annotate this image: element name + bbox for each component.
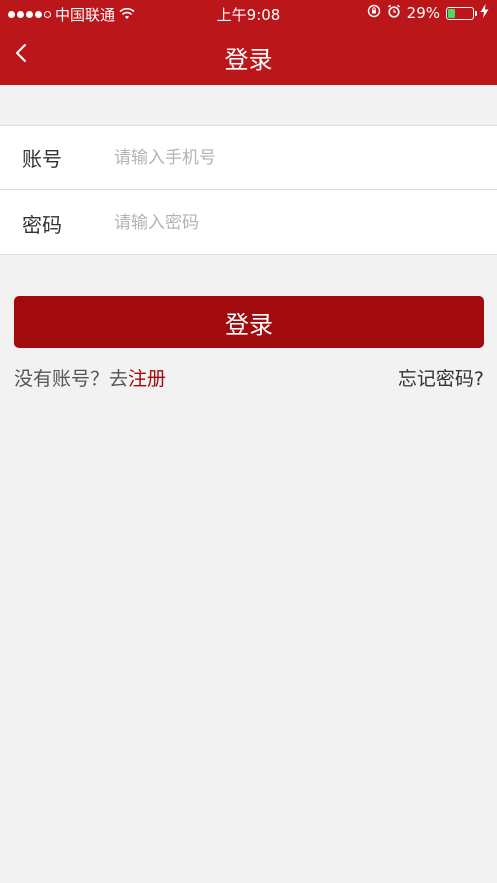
password-label: 密码 [22,212,62,237]
login-button[interactable]: 登录 [14,296,484,348]
app-header: 中国联通 上午9:08 29% 登录 [0,0,497,85]
login-form: 账号 密码 [0,125,497,255]
orientation-lock-icon [367,4,381,22]
register-prompt: 没有账号？去注册 [14,364,166,391]
forgot-password-link[interactable]: 忘记密码? [398,364,484,391]
password-input[interactable] [114,203,474,243]
status-right: 29% [367,4,489,22]
battery-level [448,8,455,18]
register-prompt-text: 没有账号？去 [14,368,129,390]
register-link[interactable]: 注册 [128,368,166,390]
account-label: 账号 [22,147,62,171]
page-title: 登录 [224,46,273,74]
status-bar: 中国联通 上午9:08 29% [0,0,497,28]
password-row: 密码 [0,191,497,255]
account-input[interactable] [114,137,474,178]
account-row: 账号 [0,126,497,190]
battery-percent: 29% [406,4,440,22]
battery-icon [446,6,477,20]
charging-bolt-icon [480,4,489,22]
nav-bar: 登录 [0,28,497,85]
alarm-icon [387,4,401,22]
auth-links: 没有账号？去注册 忘记密码? [14,364,484,392]
